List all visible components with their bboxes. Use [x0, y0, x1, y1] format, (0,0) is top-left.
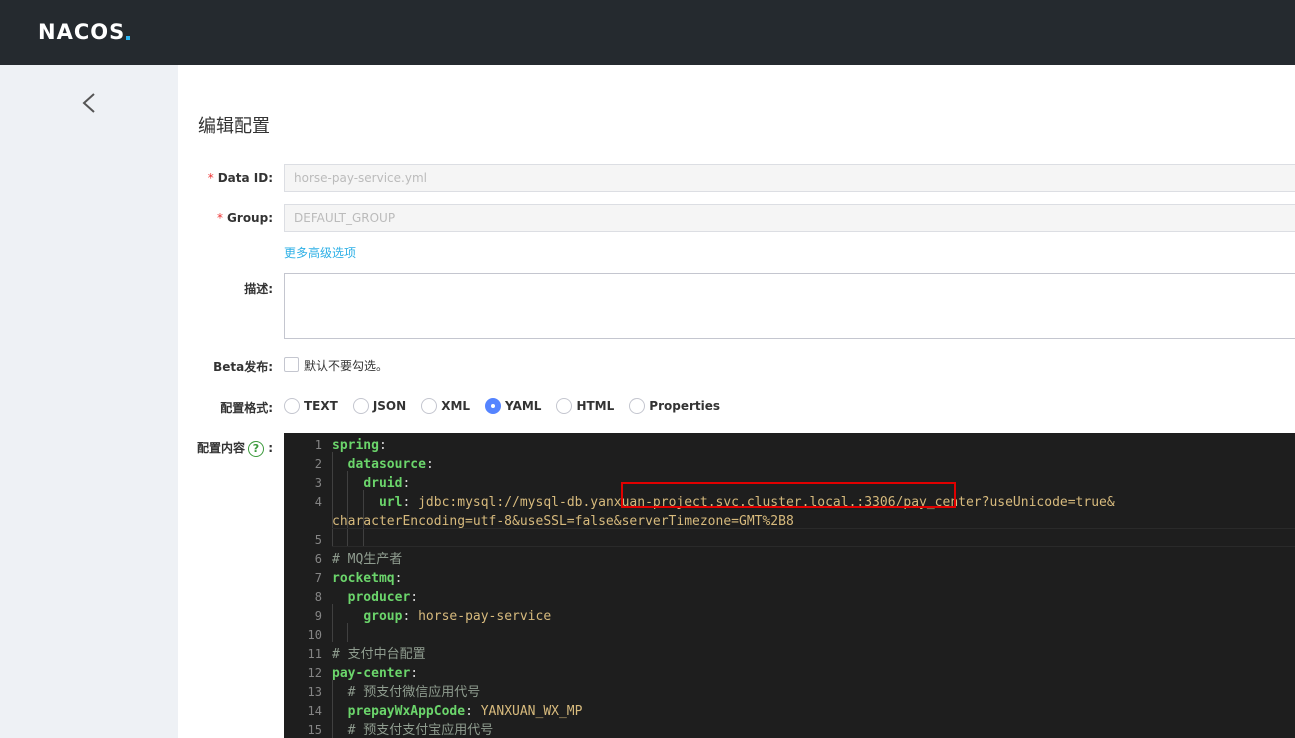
radio-label: XML — [441, 399, 471, 413]
group-input[interactable]: DEFAULT_GROUP — [284, 204, 1295, 232]
format-radio-json[interactable]: JSON — [352, 398, 407, 414]
line-number: 15 — [307, 723, 322, 737]
line-number: 2 — [314, 457, 322, 471]
help-icon[interactable]: ? — [248, 440, 264, 457]
description-label: 描述: — [244, 282, 273, 296]
line-number: 13 — [307, 685, 322, 699]
code-line: 2 datasource: — [284, 455, 1295, 474]
code-line: 15 # 预支付支付宝应用代号 — [284, 721, 1295, 738]
code-line: 5 — [284, 531, 1295, 550]
code-editor[interactable]: 1 spring: 2 datasource: 3 druid: 4 url: jdbc… — [284, 433, 1295, 738]
format-radio-yaml[interactable]: YAML — [485, 398, 541, 414]
line-number: 6 — [314, 552, 322, 566]
beta-checkbox[interactable] — [284, 357, 299, 372]
format-label: 配置格式: — [220, 401, 273, 415]
line-number: 1 — [314, 438, 322, 452]
content-label: 配置内容? : — [196, 440, 273, 457]
code-line: 11 # 支付中台配置 — [284, 645, 1295, 664]
page-title: 编辑配置 — [198, 116, 270, 137]
line-number: 12 — [307, 666, 322, 680]
line-number: 5 — [314, 533, 322, 547]
logo-dot — [126, 36, 131, 40]
code-text: # 预支付支付宝应用代号 — [347, 723, 494, 738]
code-line: 13 # 预支付微信应用代号 — [284, 683, 1295, 702]
format-radio-html[interactable]: HTML — [556, 398, 614, 414]
top-navbar: NACOS — [0, 0, 1295, 65]
logo-text: NACOS — [38, 20, 126, 44]
radio-label: Properties — [649, 399, 721, 413]
code-text: spring: — [332, 438, 387, 453]
format-radio-text[interactable]: TEXT — [284, 398, 338, 414]
line-number: 9 — [314, 609, 322, 623]
main-content: 编辑配置 * Data ID: horse-pay-service.yml * Gr… — [178, 65, 1295, 738]
beta-label: Beta发布: — [213, 360, 273, 374]
line-number: 14 — [307, 704, 322, 718]
line-number: 8 — [314, 590, 322, 604]
line-number: 3 — [314, 476, 322, 490]
code-text: group: horse-pay-service — [363, 609, 552, 624]
code-text: druid: — [363, 476, 411, 491]
radio-label: YAML — [505, 399, 542, 413]
code-line: 8 producer: — [284, 588, 1295, 607]
data-id-label: * Data ID: — [207, 171, 273, 185]
highlight-annotation-box — [621, 482, 956, 508]
code-text: characterEncoding=utf-8&useSSL=false&ser… — [332, 514, 794, 529]
radio-circle[interactable] — [556, 398, 573, 414]
format-radio-xml[interactable]: XML — [421, 398, 470, 414]
line-number: 10 — [307, 628, 322, 642]
code-line: 12 pay-center: — [284, 664, 1295, 683]
group-label: * Group: — [217, 211, 273, 225]
code-text: producer: — [347, 590, 419, 605]
line-number: 4 — [314, 495, 322, 509]
format-radio-properties[interactable]: Properties — [629, 398, 720, 414]
sidebar — [0, 65, 178, 738]
code-line: 6 # MQ生产者 — [284, 550, 1295, 569]
radio-label: TEXT — [304, 399, 338, 413]
radio-label: HTML — [576, 399, 615, 413]
code-line: 9 group: horse-pay-service — [284, 607, 1295, 626]
code-line: 10 — [284, 626, 1295, 645]
radio-label: JSON — [372, 399, 407, 413]
code-text: prepayWxAppCode: YANXUAN_WX_MP — [347, 704, 583, 719]
code-text: # 支付中台配置 — [332, 647, 426, 662]
code-line: 7 rocketmq: — [284, 569, 1295, 588]
code-text: pay-center: — [332, 666, 419, 681]
radio-circle[interactable] — [284, 398, 300, 414]
code-text: # MQ生产者 — [332, 552, 403, 567]
code-line: 1 spring: — [284, 436, 1295, 455]
code-text: rocketmq: — [332, 571, 403, 586]
code-text: # 预支付微信应用代号 — [347, 685, 481, 700]
code-line: characterEncoding=utf-8&useSSL=false&ser… — [284, 512, 1295, 531]
radio-circle[interactable] — [629, 398, 646, 414]
radio-circle[interactable] — [485, 398, 502, 414]
line-number: 7 — [314, 571, 322, 585]
radio-circle[interactable] — [352, 398, 369, 414]
nacos-logo[interactable]: NACOS — [38, 20, 131, 44]
data-id-input[interactable]: horse-pay-service.yml — [284, 164, 1295, 192]
advanced-options-link[interactable]: 更多高级选项 — [284, 244, 356, 261]
description-textarea[interactable] — [284, 273, 1295, 339]
line-number: 11 — [307, 647, 322, 661]
format-radio-group: TEXT JSON XML YAML HTML Properties — [284, 397, 735, 415]
back-arrow-icon[interactable] — [80, 92, 98, 114]
code-line: 14 prepayWxAppCode: YANXUAN_WX_MP — [284, 702, 1295, 721]
beta-checkbox-text: 默认不要勾选。 — [304, 359, 389, 373]
code-text: datasource: — [347, 457, 434, 472]
radio-circle[interactable] — [421, 398, 438, 414]
